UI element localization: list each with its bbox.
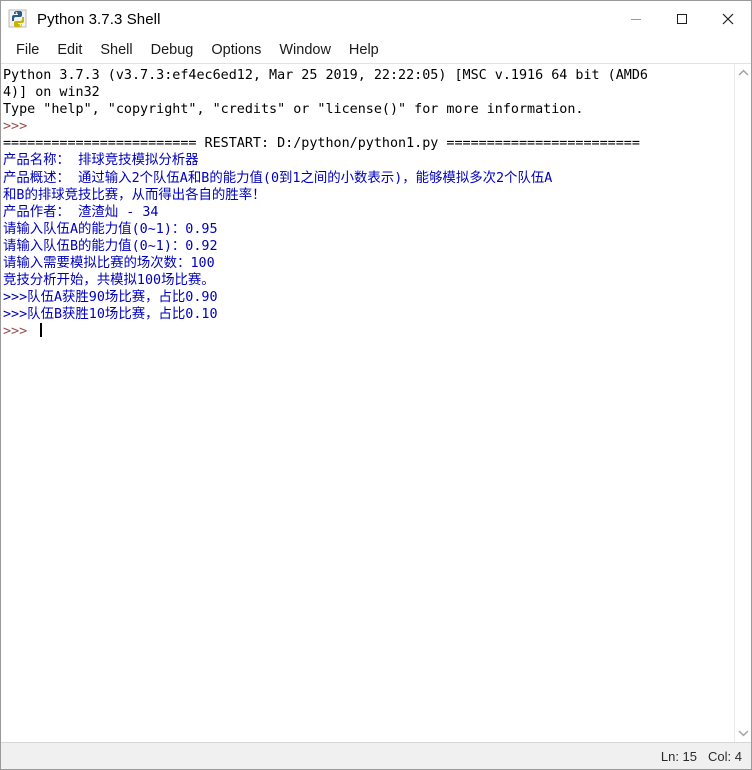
- minimize-button[interactable]: [613, 1, 659, 37]
- python-idle-icon: [8, 8, 30, 30]
- window-title: Python 3.7.3 Shell: [37, 10, 161, 28]
- console-line: 请输入队伍B的能力值(0~1)：0.92: [3, 238, 734, 255]
- console-text-run: Type "help", "copyright", "credits" or "…: [3, 102, 584, 118]
- text-cursor: [40, 323, 43, 338]
- console-line: 产品名称： 排球竞技模拟分析器: [3, 152, 734, 169]
- console-line: 请输入队伍A的能力值(0~1)：0.95: [3, 221, 734, 238]
- scroll-down-button[interactable]: [735, 724, 752, 742]
- scroll-track[interactable]: [735, 82, 752, 724]
- console-text-run: 请输入队伍B的能力值(0~1)：0.92: [3, 238, 218, 254]
- console-line: 产品作者： 渣渣灿 - 34: [3, 204, 734, 221]
- console-text-run: 竞技分析开始，共模拟100场比赛。: [3, 273, 215, 289]
- console-text-run: 产品概述： 通过输入2个队伍A和B的能力值(0到1之间的小数表示)，能够模拟多次…: [3, 170, 553, 186]
- console-text-run: >>>队伍A获胜90场比赛，占比0.90: [3, 290, 218, 306]
- console-line: >>>队伍A获胜90场比赛，占比0.90: [3, 289, 734, 306]
- console-line: Type "help", "copyright", "credits" or "…: [3, 101, 734, 118]
- menu-item-window[interactable]: Window: [270, 41, 340, 60]
- console-line: ======================== RESTART: D:/pyt…: [3, 135, 734, 152]
- scroll-up-button[interactable]: [735, 64, 752, 82]
- console-text-run: >>>队伍B获胜10场比赛，占比0.10: [3, 307, 218, 323]
- console-line: >>>: [3, 323, 734, 340]
- console-line: >>>队伍B获胜10场比赛，占比0.10: [3, 306, 734, 323]
- console-text-run: 请输入需要模拟比赛的场次数：100: [3, 256, 215, 272]
- shell-output-area[interactable]: Python 3.7.3 (v3.7.3:ef4ec6ed12, Mar 25 …: [1, 64, 734, 742]
- console-line: 和B的排球竞技比赛，从而得出各自的胜率！: [3, 187, 734, 204]
- menu-item-file[interactable]: File: [7, 41, 48, 60]
- window-controls: [613, 1, 751, 37]
- menu-item-shell[interactable]: Shell: [91, 41, 141, 60]
- console-text-run: 产品名称： 排球竞技模拟分析器: [3, 153, 199, 169]
- console-text-run: 和B的排球竞技比赛，从而得出各自的胜率！: [3, 187, 266, 203]
- console-line: >>>: [3, 118, 734, 135]
- menu-item-debug[interactable]: Debug: [142, 41, 203, 60]
- console-text-run: 请输入队伍A的能力值(0~1)：0.95: [3, 221, 218, 237]
- menu-item-options[interactable]: Options: [202, 41, 270, 60]
- maximize-icon: [677, 14, 687, 24]
- console-text-run: >>>: [3, 324, 36, 340]
- python-shell-window: Python 3.7.3 Shell File Edit Shell Debug…: [0, 0, 752, 770]
- menu-item-help[interactable]: Help: [340, 41, 388, 60]
- close-button[interactable]: [705, 1, 751, 37]
- console-line: 4)] on win32: [3, 84, 734, 101]
- status-line-number: Ln: 15: [660, 748, 698, 764]
- menu-bar: File Edit Shell Debug Options Window Hel…: [1, 37, 751, 64]
- vertical-scrollbar[interactable]: [734, 64, 751, 742]
- title-bar[interactable]: Python 3.7.3 Shell: [1, 1, 751, 37]
- shell-body: Python 3.7.3 (v3.7.3:ef4ec6ed12, Mar 25 …: [1, 64, 751, 742]
- console-text-run: >>>: [3, 119, 36, 135]
- menu-item-edit[interactable]: Edit: [48, 41, 91, 60]
- console-line: 竞技分析开始，共模拟100场比赛。: [3, 272, 734, 289]
- status-bar: Ln: 15 Col: 4: [1, 742, 751, 769]
- maximize-button[interactable]: [659, 1, 705, 37]
- status-column-number: Col: 4: [708, 748, 742, 764]
- console-text: Python 3.7.3 (v3.7.3:ef4ec6ed12, Mar 25 …: [3, 67, 734, 341]
- chevron-up-icon: [738, 69, 748, 76]
- console-text-run: Python 3.7.3 (v3.7.3:ef4ec6ed12, Mar 25 …: [3, 68, 648, 83]
- console-text-run: 产品作者： 渣渣灿 - 34: [3, 204, 159, 220]
- close-icon: [722, 13, 734, 25]
- console-line: Python 3.7.3 (v3.7.3:ef4ec6ed12, Mar 25 …: [3, 67, 734, 84]
- console-text-run: ======================== RESTART: D:/pyt…: [3, 136, 640, 152]
- console-text-run: 4)] on win32: [3, 85, 100, 101]
- minimize-icon: [631, 19, 641, 20]
- console-line: 产品概述： 通过输入2个队伍A和B的能力值(0到1之间的小数表示)，能够模拟多次…: [3, 170, 734, 187]
- chevron-down-icon: [738, 730, 748, 737]
- console-line: 请输入需要模拟比赛的场次数：100: [3, 255, 734, 272]
